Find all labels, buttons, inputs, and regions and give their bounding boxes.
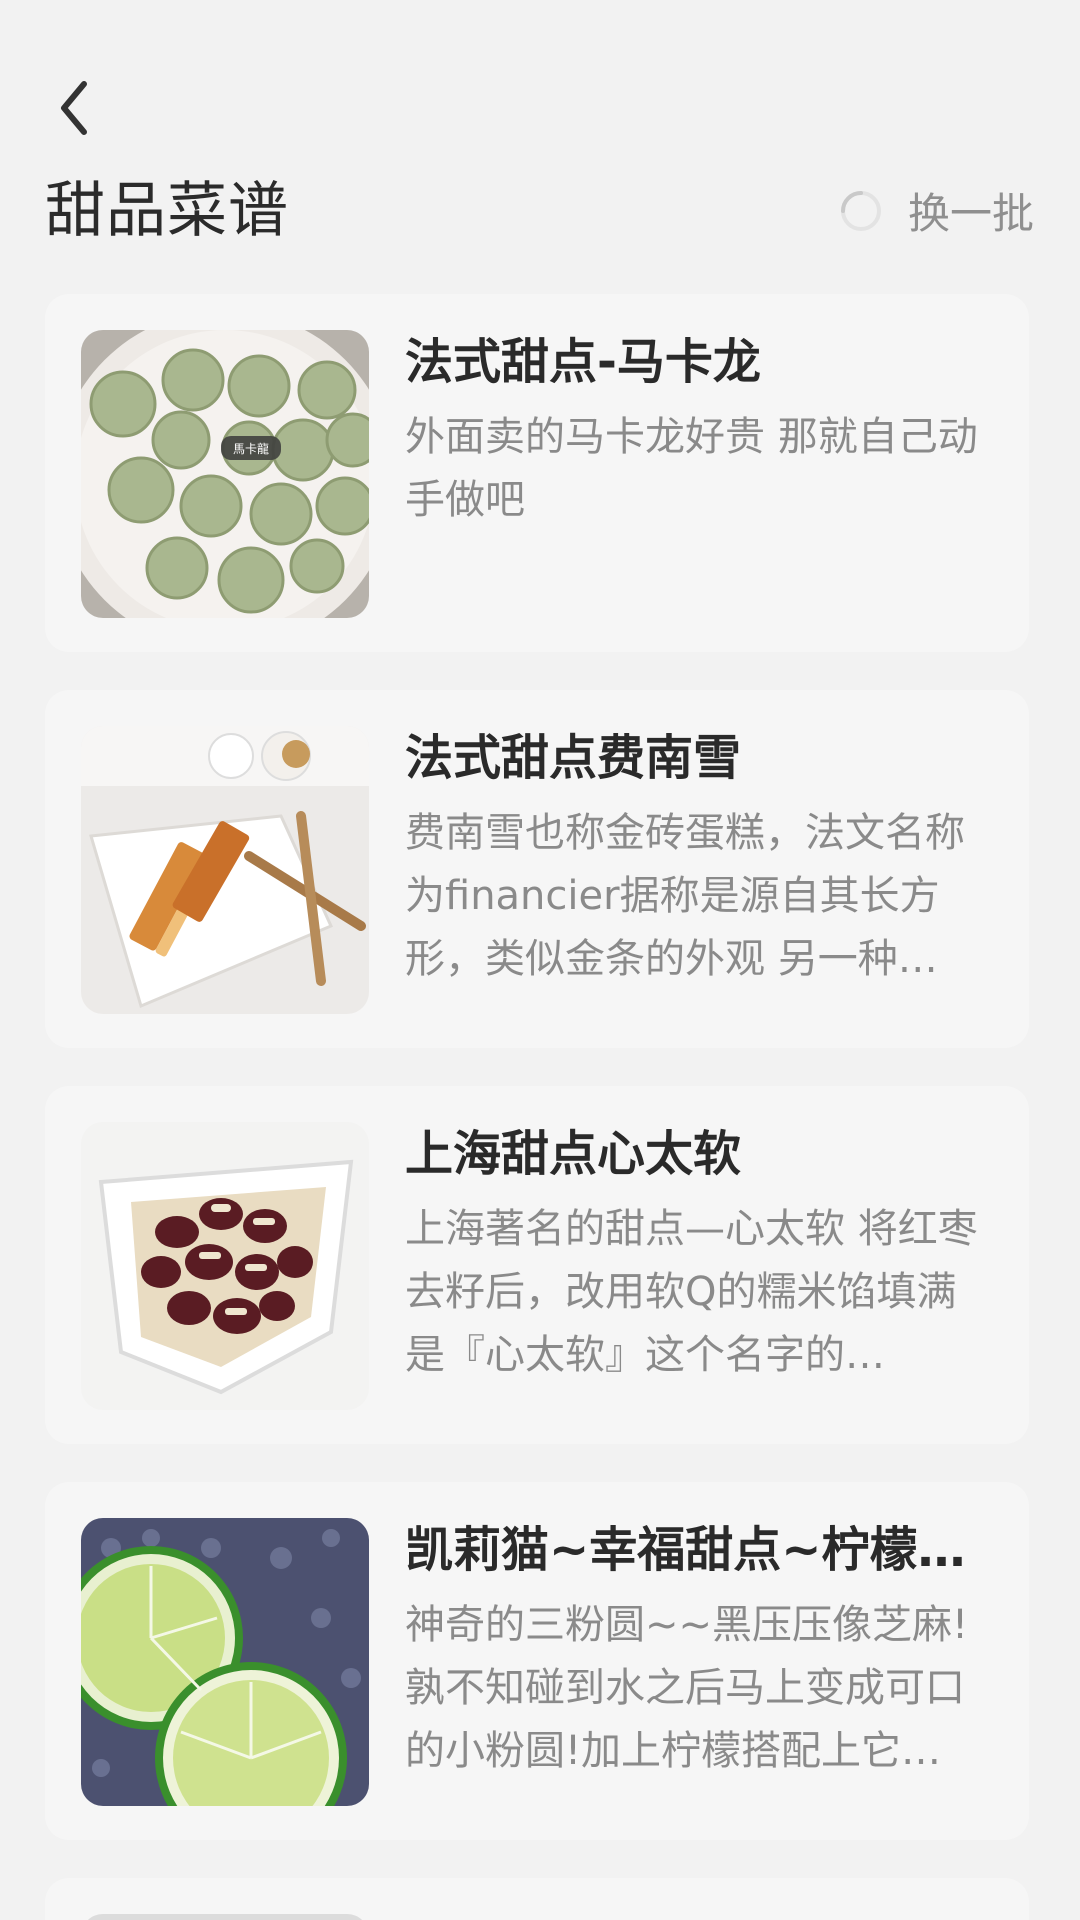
recipe-title: 上海甜点心太软 [405,1126,742,1182]
recipe-image-macaron: 馬卡龍 [81,330,369,618]
loading-spinner-icon [840,190,881,231]
recipe-description: 上海著名的甜点—心太软 将红枣去籽后，改用软Q的糯米馅填满 是『心太软』这个名字… [405,1206,978,1378]
recipe-image-jujube [81,1122,369,1410]
recipe-list-page: 甜品菜谱 换一批 馬卡龍 法式甜点-马卡龙 外面卖的马卡龙好贵 那就自己动手做吧… [0,0,1080,1920]
recipe-title: 法式甜点费南雪 [405,730,742,786]
image-caption: 馬卡龍 [233,441,269,456]
recipe-image [81,1914,369,1920]
recipe-card[interactable]: 法式甜点费南雪 费南雪也称金砖蛋糕，法文名称为financier据称是源自其长方… [45,690,1029,1048]
recipe-image-lemon [81,1518,369,1806]
refresh-button[interactable]: 换一批 [838,180,1034,241]
refresh-label: 换一批 [907,189,1034,238]
recipe-title: 法式甜点-马卡龙 [405,334,761,390]
page-title: 甜品菜谱 [45,176,289,246]
recipe-card[interactable]: 凯莉猫~幸福甜点~柠檬山… 神奇的三粉圆~~黑压压像芝麻!孰不知碰到水之后马上变… [45,1482,1029,1840]
recipe-card[interactable] [45,1878,1029,1920]
recipe-title: 凯莉猫~幸福甜点~柠檬山… [405,1522,995,1578]
chevron-left-icon [61,81,87,135]
recipe-description: 外面卖的马卡龙好贵 那就自己动手做吧 [405,414,978,523]
recipe-description: 费南雪也称金砖蛋糕，法文名称为financier据称是源自其长方形，类似金条的外… [405,810,965,982]
recipe-card[interactable]: 馬卡龍 法式甜点-马卡龙 外面卖的马卡龙好贵 那就自己动手做吧 [45,294,1029,652]
recipe-description: 神奇的三粉圆~~黑压压像芝麻!孰不知碰到水之后马上变成可口的小粉圆!加上柠檬搭配… [405,1602,969,1774]
recipe-card[interactable]: 上海甜点心太软 上海著名的甜点—心太软 将红枣去籽后，改用软Q的糯米馅填满 是『… [45,1086,1029,1444]
back-button[interactable] [46,76,102,140]
recipe-image-financier [81,726,369,1014]
